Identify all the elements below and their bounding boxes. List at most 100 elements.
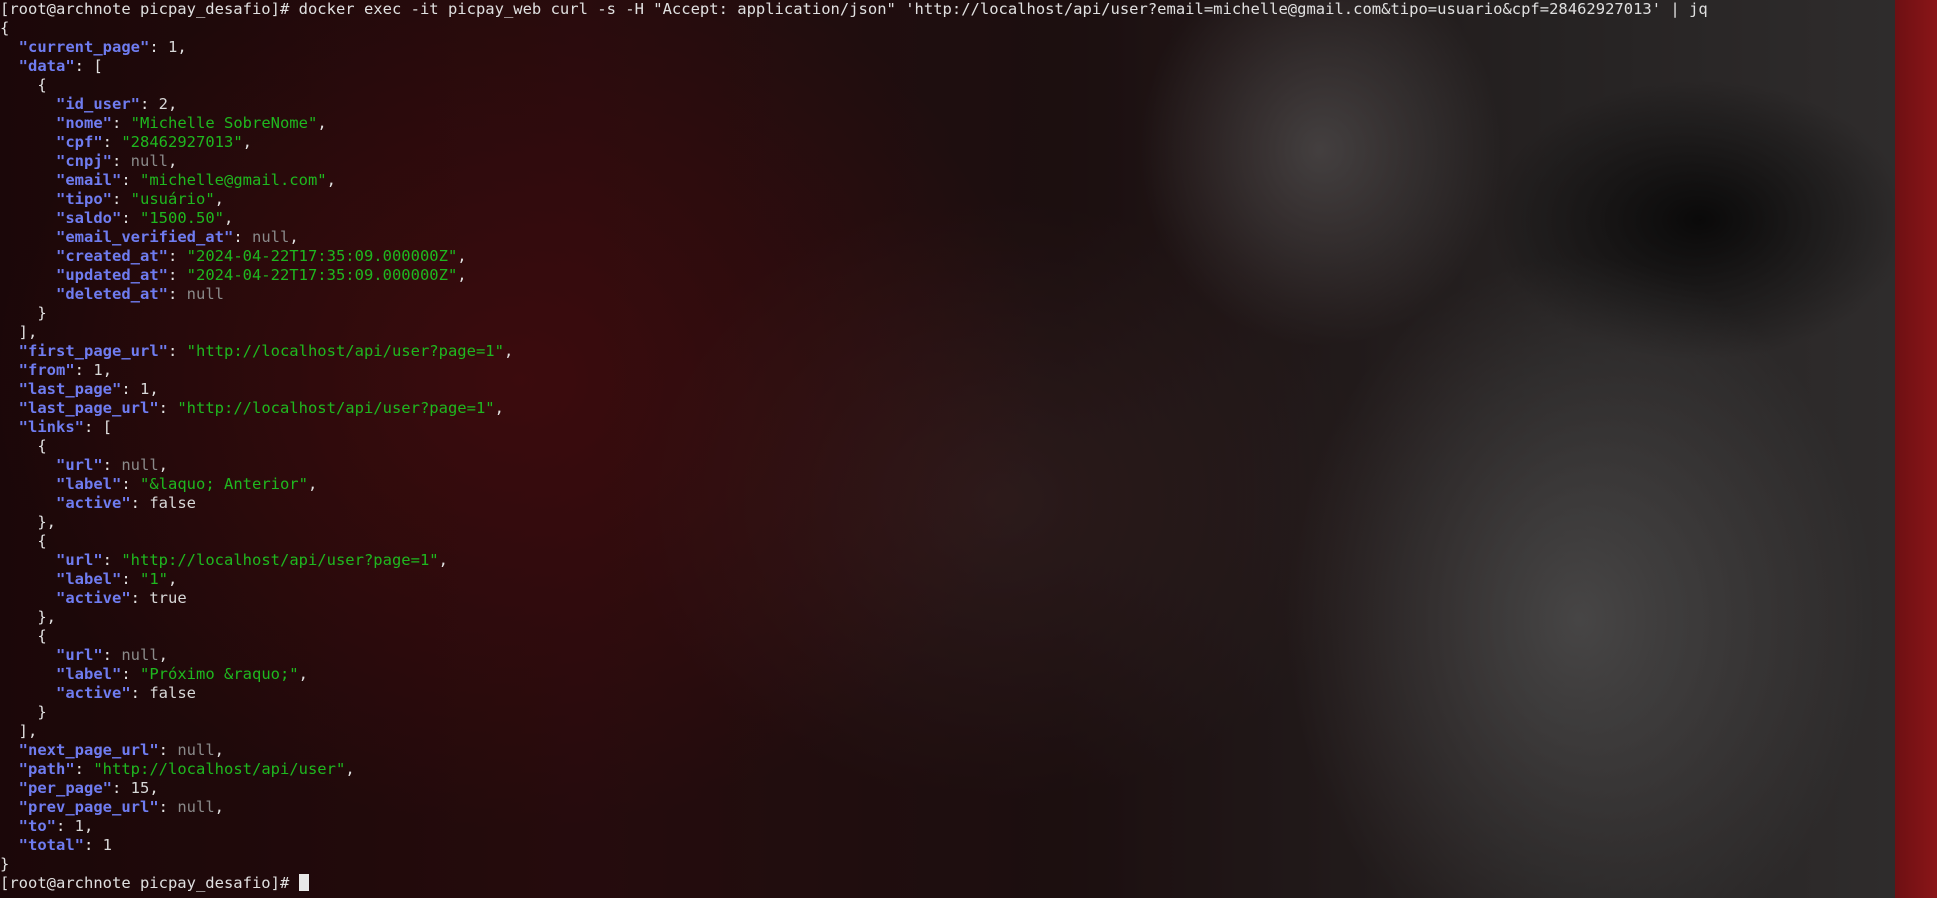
- json-line: "last_page_url": "http://localhost/api/u…: [18, 399, 504, 417]
- json-value: "2024-04-22T17:35:09.000000Z": [186, 266, 458, 284]
- json-line: "label": "&laquo; Anterior",: [56, 475, 318, 493]
- json-line: "label": "Próximo &raquo;",: [56, 665, 308, 683]
- json-key: "tipo": [56, 190, 112, 208]
- shell-command: docker exec -it picpay_web curl -s -H "A…: [298, 0, 1708, 18]
- json-value: "usuário": [130, 190, 215, 208]
- json-line: "prev_page_url": null,: [18, 798, 224, 816]
- json-value: null: [121, 646, 159, 664]
- wallpaper-edge: [1895, 0, 1937, 898]
- json-value: null: [121, 456, 159, 474]
- json-key: "to": [18, 817, 56, 835]
- json-line: "created_at": "2024-04-22T17:35:09.00000…: [56, 247, 467, 265]
- json-key: "url": [56, 646, 103, 664]
- json-line: {: [37, 437, 47, 455]
- json-value: null: [186, 285, 224, 303]
- json-value: "http://localhost/api/user?page=1": [177, 399, 495, 417]
- json-value: "http://localhost/api/user?page=1": [186, 342, 504, 360]
- json-key: "last_page": [18, 380, 122, 398]
- json-key: "per_page": [18, 779, 112, 797]
- json-value: 1: [93, 361, 103, 379]
- json-value: null: [177, 741, 215, 759]
- json-line: "saldo": "1500.50",: [56, 209, 234, 227]
- shell-prompt: [root@archnote picpay_desafio]#: [0, 874, 290, 892]
- json-value: "Michelle SobreNome": [130, 114, 318, 132]
- json-line: "links": [: [18, 418, 112, 436]
- json-line: ],: [18, 323, 38, 341]
- json-key: "saldo": [56, 209, 122, 227]
- json-key: "first_page_url": [18, 342, 168, 360]
- json-line: "data": [: [18, 57, 103, 75]
- json-value: 1: [168, 38, 178, 56]
- json-value: true: [149, 589, 187, 607]
- json-value: 1: [102, 836, 113, 854]
- json-key: "current_page": [18, 38, 150, 56]
- json-line: "from": 1,: [18, 361, 113, 379]
- json-line: {: [0, 19, 10, 37]
- json-value: "&laquo; Anterior": [140, 475, 308, 493]
- json-value: "http://localhost/api/user": [93, 760, 346, 778]
- json-value: false: [149, 494, 196, 512]
- json-value: "michelle@gmail.com": [140, 171, 327, 189]
- json-line: "id_user": 2,: [56, 95, 178, 113]
- json-line: "per_page": 15,: [18, 779, 159, 797]
- json-key: "from": [18, 361, 75, 379]
- json-line: "path": "http://localhost/api/user",: [18, 760, 355, 778]
- json-key: "total": [18, 836, 84, 854]
- json-key: "id_user": [56, 95, 140, 113]
- json-key: "url": [56, 456, 103, 474]
- json-key: "email": [56, 171, 122, 189]
- json-key: "url": [56, 551, 103, 569]
- json-line: "total": 1: [18, 836, 113, 854]
- json-value: null: [177, 798, 215, 816]
- text-cursor: [298, 874, 309, 891]
- json-line: {: [37, 532, 47, 550]
- json-key: "label": [56, 475, 122, 493]
- json-value: "http://localhost/api/user?page=1": [121, 551, 439, 569]
- json-line: "updated_at": "2024-04-22T17:35:09.00000…: [56, 266, 467, 284]
- json-line: "url": null,: [56, 646, 169, 664]
- json-key: "data": [18, 57, 75, 75]
- json-line: "next_page_url": null,: [18, 741, 224, 759]
- json-key: "active": [56, 684, 131, 702]
- json-value: 2: [158, 95, 169, 113]
- json-value: "2024-04-22T17:35:09.000000Z": [186, 247, 458, 265]
- json-line: "url": "http://localhost/api/user?page=1…: [56, 551, 448, 569]
- json-value: "Próximo &raquo;": [140, 665, 299, 683]
- json-key: "created_at": [56, 247, 168, 265]
- json-value: 15: [130, 779, 150, 797]
- json-line: "url": null,: [56, 456, 169, 474]
- shell-prompt: [root@archnote picpay_desafio]#: [0, 0, 290, 18]
- json-line: "email": "michelle@gmail.com",: [56, 171, 336, 189]
- json-line: "active": false: [56, 494, 196, 512]
- json-line: },: [37, 608, 56, 626]
- json-key: "deleted_at": [56, 285, 168, 303]
- json-value: "1500.50": [140, 209, 224, 227]
- json-key: "prev_page_url": [18, 798, 159, 816]
- json-key: "links": [18, 418, 84, 436]
- json-key: "nome": [56, 114, 112, 132]
- json-key: "label": [56, 570, 122, 588]
- json-line: "nome": "Michelle SobreNome",: [56, 114, 327, 132]
- final-prompt-line[interactable]: [root@archnote picpay_desafio]#: [0, 874, 1895, 893]
- json-line: "last_page": 1,: [18, 380, 159, 398]
- json-key: "path": [18, 760, 75, 778]
- json-key: "updated_at": [56, 266, 168, 284]
- json-line: "active": false: [56, 684, 196, 702]
- json-line: "current_page": 1,: [18, 38, 187, 56]
- json-value: false: [149, 684, 196, 702]
- json-line: "email_verified_at": null,: [56, 228, 299, 246]
- json-line: "deleted_at": null: [56, 285, 224, 303]
- json-value: null: [251, 228, 290, 246]
- json-line: "first_page_url": "http://localhost/api/…: [18, 342, 514, 360]
- json-line: "to": 1,: [18, 817, 94, 835]
- json-key: "email_verified_at": [56, 228, 234, 246]
- json-line: }: [37, 304, 47, 322]
- terminal-window[interactable]: [root@archnote picpay_desafio]# docker e…: [0, 0, 1895, 898]
- json-line: }: [0, 855, 10, 873]
- json-value: 1: [140, 380, 150, 398]
- json-line: ],: [18, 722, 38, 740]
- json-value: 1: [74, 817, 85, 835]
- json-line: "tipo": "usuário",: [56, 190, 225, 208]
- json-value: null: [130, 152, 168, 170]
- json-value: "1": [140, 570, 168, 588]
